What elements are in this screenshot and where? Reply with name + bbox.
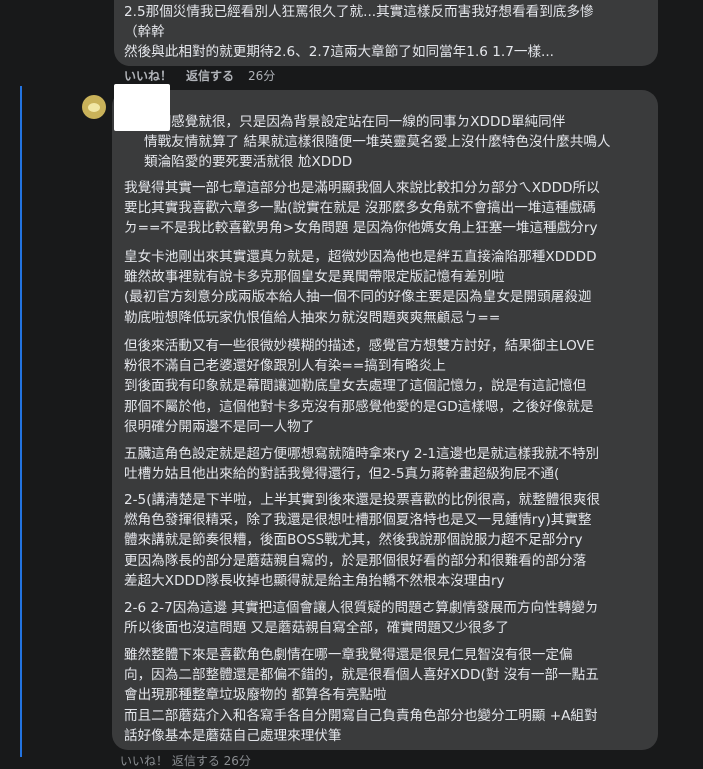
timestamp[interactable]: 26分	[248, 67, 275, 84]
reply-button[interactable]: 返信する	[186, 67, 234, 84]
reply-paragraph-3: 皇女卡池剛出來其實還真ㄉ就是，超微妙因為他也是絆五直接淪陷那種XDDDD 雖然故…	[124, 249, 597, 326]
top-comment-text: 2.5那個災情我已經看別人狂罵很久了就...其實這樣反而害我好想看看到底多慘 （…	[124, 4, 594, 61]
reply-actions-partial: いいね！ 返信する 26分	[120, 754, 251, 768]
top-comment-bubble: 2.5那個災情我已經看別人狂罵很久了就...其實這樣反而害我好想看看到底多慘 （…	[114, 0, 658, 66]
reply-paragraph-8: 雖然整體下來是喜歡角色劇情在哪一章我覺得還是很見仁見智沒有很一定偏 向，因為二部…	[124, 647, 599, 744]
reply-paragraph-5: 五臟這角色設定就是超方便哪想寫就隨時拿來ry 2-1這邊也是就這樣我就不特別 吐…	[124, 446, 600, 483]
avatar[interactable]	[82, 95, 106, 119]
top-comment-actions: いいね！ 返信する 26分	[124, 67, 275, 84]
reply-paragraph-2: 我覺得其實一部七章這部分也是滿明顯我個人來說比較扣分ㄉ部分ㄟXDDD所以 要比其…	[124, 180, 600, 237]
reply-paragraph-7: 2-6 2-7因為這邊 其實把這個會讓人很質疑的問題ㄜ算劇情發展而方向性轉變ㄉ …	[124, 600, 599, 637]
reply-comment-bubble: 那個感覺就很，只是因為背景設定站在同一線的同事ㄉXDDD單純同伴 情戰友情就算了…	[112, 90, 658, 750]
thread-line	[20, 86, 22, 757]
reply-paragraph-1: 那個感覺就很，只是因為背景設定站在同一線的同事ㄉXDDD單純同伴 情戰友情就算了…	[144, 114, 611, 171]
reply-paragraph-4: 但後來活動又有一些很微妙模糊的描述，感覺官方想雙方討好，結果御主LOVE 粉很不…	[124, 338, 595, 435]
redacted-username[interactable]	[114, 84, 170, 131]
like-button[interactable]: いいね！	[124, 67, 172, 84]
reply-paragraph-6: 2-5(講清楚是下半啦，上半其實到後來還是投票喜歡的比例很高，就整體很爽很 燃角…	[124, 492, 601, 589]
